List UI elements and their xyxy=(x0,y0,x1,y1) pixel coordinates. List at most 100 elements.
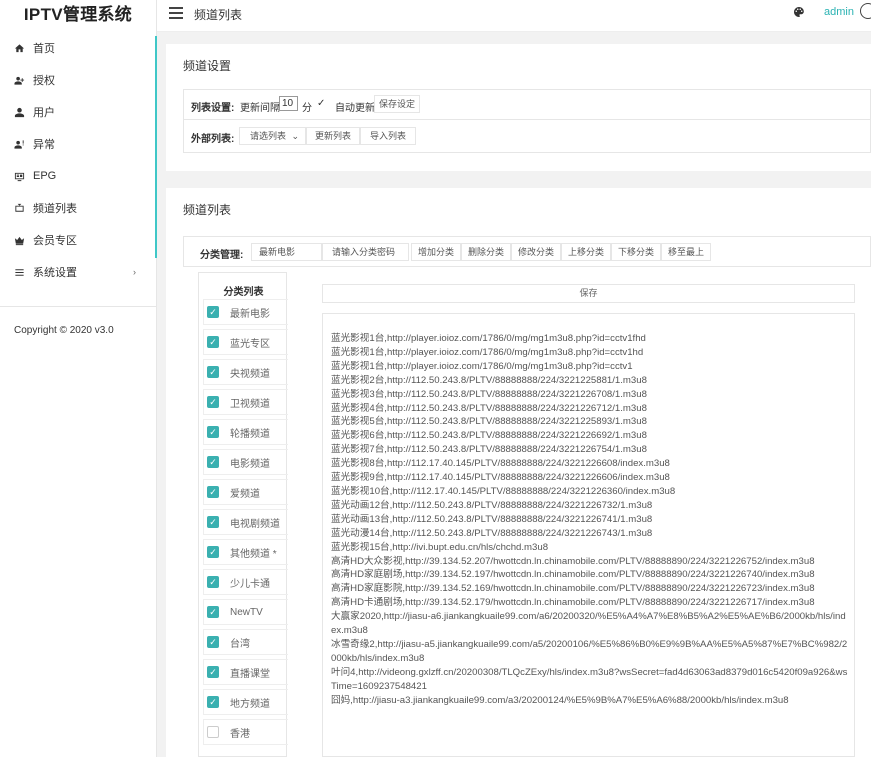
sidebar-item-7[interactable]: 会员专区 xyxy=(0,224,156,256)
category-item[interactable]: ✓ 爱频道 xyxy=(203,479,288,505)
channel-settings-title: 频道设置 xyxy=(183,59,232,73)
category-item[interactable]: ✓ 卫视频道 xyxy=(203,389,288,415)
sidebar-item-5[interactable]: EPG xyxy=(0,160,156,192)
external-list-select-value: 请选列表 xyxy=(250,131,287,141)
category-action-button[interactable]: 删除分类 xyxy=(461,243,511,261)
list-settings-label: 列表设置: xyxy=(191,103,235,114)
category-checkbox[interactable]: ✓ xyxy=(207,666,219,678)
category-action-button[interactable]: 移至最上 xyxy=(661,243,711,261)
sidebar-item-label: 用户 xyxy=(33,107,55,119)
category-item[interactable]: 香港 xyxy=(203,719,288,745)
palette-icon[interactable] xyxy=(793,6,805,21)
sidebar-item-4[interactable]: 异常 xyxy=(0,128,156,160)
category-checkbox[interactable]: ✓ xyxy=(207,336,219,348)
category-item[interactable]: ✓ 直播课堂 xyxy=(203,659,288,685)
sidebar-item-3[interactable]: 用户 xyxy=(0,96,156,128)
category-password-input[interactable]: 请输入分类密码 xyxy=(322,243,409,261)
external-list-row: 外部列表: 请选列表 ⌄ 更新列表 导入列表 xyxy=(183,120,871,153)
list-settings-row: 列表设置: 更新间隔 10 分 ✓ 自动更新 保存设定 xyxy=(183,89,871,120)
category-item[interactable]: ✓ 地方频道 xyxy=(203,689,288,715)
sidebar-item-label: 首页 xyxy=(33,43,55,55)
category-item[interactable]: ✓ 轮播频道 xyxy=(203,419,288,445)
category-action-button[interactable]: 增加分类 xyxy=(411,243,461,261)
category-item[interactable]: ✓ 央视频道 xyxy=(203,359,288,385)
category-checkbox[interactable]: ✓ xyxy=(207,486,219,498)
external-list-select[interactable]: 请选列表 ⌄ xyxy=(239,127,306,145)
category-label: 香港 xyxy=(230,728,250,740)
category-checkbox[interactable]: ✓ xyxy=(207,516,219,528)
sidebar-active-indicator xyxy=(155,36,157,258)
channel-settings-panel: 频道设置 列表设置: 更新间隔 10 分 ✓ 自动更新 保存设定 外部列表: 请… xyxy=(166,44,871,171)
sidebar-item-1[interactable]: 首页 xyxy=(0,32,156,64)
category-item[interactable]: ✓ 蓝光专区 xyxy=(203,329,288,355)
category-item[interactable]: ✓ 电影频道 xyxy=(203,449,288,475)
category-checkbox[interactable]: ✓ xyxy=(207,366,219,378)
category-item[interactable]: ✓ 少儿卡通 xyxy=(203,569,288,595)
tv-icon xyxy=(13,202,25,214)
chevron-right-icon: › xyxy=(133,267,136,277)
import-list-button[interactable]: 导入列表 xyxy=(360,127,416,145)
update-list-button[interactable]: 更新列表 xyxy=(306,127,360,145)
power-icon[interactable] xyxy=(860,3,871,19)
user-icon xyxy=(13,106,25,118)
sidebar-item-label: 系统设置 xyxy=(33,267,77,279)
menu-toggle-icon[interactable] xyxy=(169,7,183,19)
category-label: 电视剧频道 xyxy=(230,518,280,530)
app-logo: IPTV管理系统 xyxy=(23,5,133,24)
category-item[interactable]: ✓ 其他频道 * xyxy=(203,539,288,565)
home-icon xyxy=(13,42,25,54)
sidebar-item-label: 授权 xyxy=(33,75,55,87)
category-checkbox[interactable]: ✓ xyxy=(207,396,219,408)
sidebar-nav: 首页授权用户异常 EPG 频道列表会员专区系统设置 › xyxy=(0,32,156,288)
category-list-title: 分类列表 xyxy=(223,287,264,298)
category-checkbox[interactable]: ✓ xyxy=(207,426,219,438)
category-checkbox[interactable] xyxy=(207,726,219,738)
category-label: 电影频道 xyxy=(230,458,270,470)
category-checkbox[interactable]: ✓ xyxy=(207,546,219,558)
category-label: NewTV xyxy=(230,606,263,618)
category-checkbox[interactable]: ✓ xyxy=(207,636,219,648)
category-checkbox[interactable]: ✓ xyxy=(207,306,219,318)
sidebar-item-label: EPG xyxy=(33,170,57,182)
category-action-button[interactable]: 下移分类 xyxy=(611,243,661,261)
category-checkbox[interactable]: ✓ xyxy=(207,456,219,468)
category-name-input[interactable]: 最新电影 xyxy=(251,243,322,261)
category-label: 最新电影 xyxy=(230,308,270,320)
category-item[interactable]: ✓ 电视剧频道 xyxy=(203,509,288,535)
sidebar-item-8[interactable]: 系统设置 › xyxy=(0,256,156,288)
category-label: 其他频道 * xyxy=(230,548,277,560)
category-checkbox[interactable]: ✓ xyxy=(207,576,219,588)
channel-list-textarea[interactable]: 蓝光影视1台,http://player.ioioz.com/1786/0/mg… xyxy=(322,313,855,757)
sidebar-item-2[interactable]: 授权 xyxy=(0,64,156,96)
auto-update-checkbox[interactable]: ✓ xyxy=(317,99,327,109)
category-label: 直播课堂 xyxy=(230,668,270,680)
channel-list-panel: 频道列表 分类管理: 最新电影 请输入分类密码 增加分类 删除分类 修改分类 上移分类… xyxy=(166,188,871,757)
category-item[interactable]: ✓ 最新电影 xyxy=(203,299,288,325)
category-action-button[interactable]: 修改分类 xyxy=(511,243,561,261)
save-button[interactable]: 保存 xyxy=(322,284,855,303)
sidebar-item-label: 频道列表 xyxy=(33,203,77,215)
channel-list-text: 蓝光影视1台,http://player.ioioz.com/1786/0/mg… xyxy=(331,333,848,706)
admin-user-link[interactable]: admin xyxy=(824,6,854,18)
sidebar-item-label: 会员专区 xyxy=(33,235,77,247)
category-checkbox[interactable]: ✓ xyxy=(207,696,219,708)
save-settings-button[interactable]: 保存设定 xyxy=(374,95,420,113)
category-management-label: 分类管理: xyxy=(200,250,244,261)
category-action-button[interactable]: 上移分类 xyxy=(561,243,611,261)
copyright: Copyright © 2020 v3.0 xyxy=(14,325,114,336)
category-label: 央视频道 xyxy=(230,368,270,380)
category-label: 少儿卡通 xyxy=(230,578,270,590)
chevron-down-icon: ⌄ xyxy=(291,131,299,141)
interval-label: 更新间隔 xyxy=(240,103,280,114)
sidebar-item-label: 异常 xyxy=(33,139,55,151)
category-item[interactable]: ✓ NewTV xyxy=(203,599,288,625)
sidebar-item-6[interactable]: 频道列表 xyxy=(0,192,156,224)
category-label: 地方频道 xyxy=(230,698,270,710)
category-checkbox[interactable]: ✓ xyxy=(207,606,219,618)
interval-input[interactable]: 10 xyxy=(279,96,298,111)
category-item[interactable]: ✓ 台湾 xyxy=(203,629,288,655)
crown-icon xyxy=(13,234,25,246)
category-label: 轮播频道 xyxy=(230,428,270,440)
sidebar: IPTV管理系统 首页授权用户异常 EPG 频道列表会员专区系统设置 › Copyri… xyxy=(0,0,157,757)
interval-unit: 分 xyxy=(302,103,312,114)
